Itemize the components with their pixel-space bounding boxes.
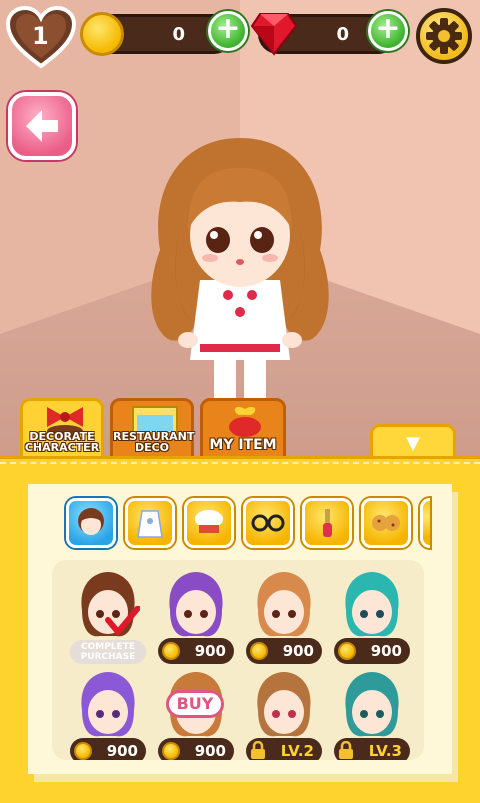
coin-amount: 0 — [172, 24, 185, 45]
category-apron[interactable] — [125, 498, 175, 548]
tab-my-item[interactable]: MY ITEM — [200, 398, 286, 460]
level-requirement: LV.2 — [280, 742, 314, 760]
level-lock-tag: LV.2 — [246, 738, 322, 760]
chef-hat-icon — [195, 510, 223, 533]
price-tag: 900 — [70, 738, 146, 760]
lock-icon — [251, 741, 265, 759]
item-grid: COMPLETE PURCHASE 900 900 900 900 BUY 90… — [52, 560, 424, 760]
panel-stitch — [0, 462, 480, 464]
price-value: 900 — [282, 642, 314, 660]
back-arrow-icon — [26, 110, 58, 142]
coin-icon — [162, 642, 180, 660]
tab-restaurant-deco[interactable]: RESTAURANT DECO — [110, 398, 194, 460]
coin-icon — [338, 642, 356, 660]
heart-counter: 1 — [5, 5, 77, 70]
level-requirement: LV.3 — [368, 742, 402, 760]
check-icon — [105, 606, 140, 635]
add-coins-button[interactable]: + — [208, 11, 248, 51]
price-tag: 900 — [158, 638, 234, 664]
hair-icon — [78, 508, 104, 535]
top-hud: 1 0 + 0 + — [0, 0, 480, 70]
gift-bag-icon — [229, 406, 261, 437]
spatula-icon — [323, 509, 332, 537]
category-food[interactable] — [361, 498, 411, 548]
list-item[interactable]: LV.3 — [334, 668, 410, 760]
price-value: 900 — [370, 642, 402, 660]
ruby-icon — [250, 13, 298, 56]
list-item[interactable]: 900 — [334, 568, 410, 664]
gear-icon — [426, 18, 462, 54]
list-item[interactable]: COMPLETE PURCHASE — [70, 568, 146, 664]
hairstyle-thumbnail — [345, 672, 399, 737]
buy-button[interactable]: BUY — [166, 690, 224, 718]
list-item[interactable]: BUY 900 — [158, 668, 234, 760]
cookies-icon — [372, 515, 400, 531]
heart-count: 1 — [32, 22, 49, 50]
category-tools[interactable] — [302, 498, 352, 548]
category-more[interactable] — [420, 498, 430, 548]
tab-decorate-character[interactable]: DECORATE CHARACTER — [20, 398, 104, 460]
list-item[interactable]: 900 — [158, 568, 234, 664]
tab-restaurant-label: RESTAURANT DECO — [113, 430, 195, 454]
hairstyle-thumbnail — [257, 672, 311, 737]
list-item[interactable]: 900 — [246, 568, 322, 664]
tab-my-item-label: MY ITEM — [209, 437, 277, 453]
list-item[interactable]: LV.2 — [246, 668, 322, 760]
coin-icon — [162, 742, 180, 760]
complete-purchase-badge: COMPLETE PURCHASE — [70, 640, 146, 664]
price-value: 900 — [106, 742, 138, 760]
back-button[interactable] — [8, 92, 76, 160]
coin-icon — [80, 12, 124, 56]
hairstyle-thumbnail — [257, 572, 311, 637]
price-tag: 900 — [246, 638, 322, 664]
price-value: 900 — [194, 642, 226, 660]
coin-icon — [250, 642, 268, 660]
price-value: 900 — [194, 742, 226, 760]
coin-icon — [74, 742, 92, 760]
category-hair[interactable] — [66, 498, 116, 548]
apron-icon — [137, 510, 163, 538]
level-lock-tag: LV.3 — [334, 738, 410, 760]
price-tag: 900 — [158, 738, 234, 760]
hairstyle-thumbnail — [169, 572, 223, 637]
add-rubies-button[interactable]: + — [368, 11, 408, 51]
settings-button[interactable] — [416, 8, 472, 64]
price-tag: 900 — [334, 638, 410, 664]
category-glasses[interactable] — [243, 498, 293, 548]
hairstyle-thumbnail — [81, 672, 135, 737]
ruby-amount: 0 — [336, 24, 349, 45]
glasses-icon — [251, 514, 285, 532]
character-avatar[interactable] — [140, 130, 340, 430]
category-hat[interactable] — [184, 498, 234, 548]
lock-icon — [339, 741, 353, 759]
list-item[interactable]: 900 — [70, 668, 146, 760]
tab-decorate-label: DECORATE CHARACTER — [24, 430, 100, 454]
hairstyle-thumbnail — [345, 572, 399, 637]
